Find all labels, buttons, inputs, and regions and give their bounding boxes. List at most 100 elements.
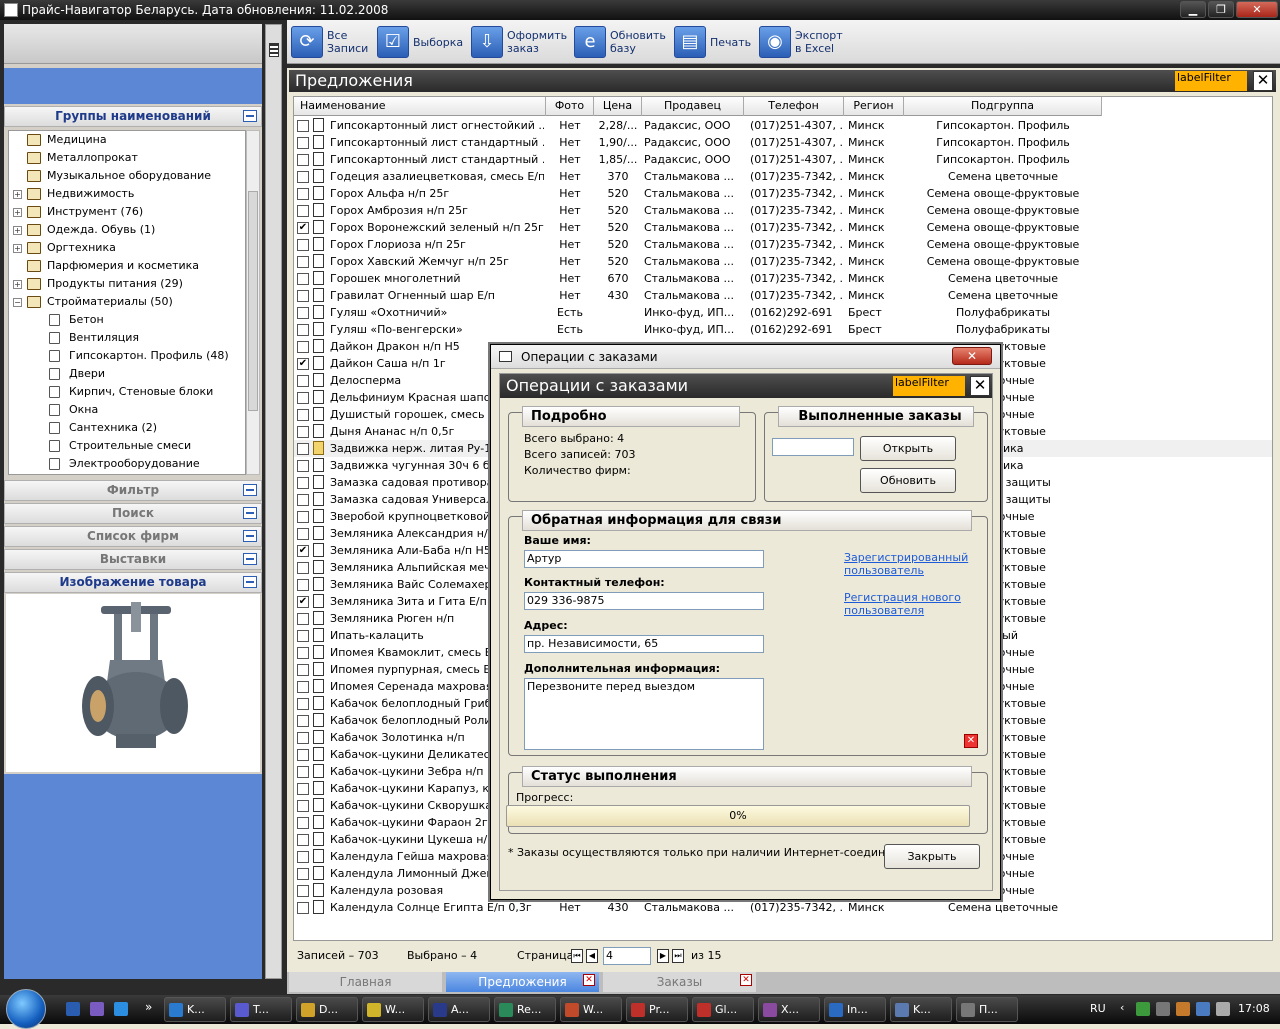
selection-button[interactable]: ☑ Выборка: [377, 24, 463, 60]
registered-user-link[interactable]: Зарегистрированный пользователь: [844, 551, 968, 577]
taskbar-item[interactable]: Gl...: [692, 997, 754, 1022]
tree-item[interactable]: + Недвижимость: [9, 185, 245, 203]
row-checkbox[interactable]: [297, 885, 309, 897]
clear-icon[interactable]: ✕: [964, 734, 978, 748]
row-checkbox[interactable]: [297, 494, 309, 506]
expand-icon[interactable]: [243, 553, 257, 565]
phone-field[interactable]: 029 336-9875: [524, 592, 764, 610]
col-name[interactable]: Наименование: [294, 97, 546, 116]
tree-item[interactable]: Парфюмерия и косметика: [9, 257, 245, 275]
tray-app-icon[interactable]: [1176, 1002, 1190, 1016]
table-row[interactable]: Гипсокартонный лист огнестойкий ... Нет 2,…: [294, 117, 1272, 134]
table-row[interactable]: Гравилат Огненный шар Е/п Нет 430 Стальмако…: [294, 287, 1272, 304]
minimize-button[interactable]: ▁: [1180, 1, 1206, 18]
tree-item[interactable]: + Одежда. Обувь (1): [9, 221, 245, 239]
tree-item[interactable]: + Оргтехника: [9, 239, 245, 257]
row-checkbox[interactable]: [297, 681, 309, 693]
filter-section-header[interactable]: Фильтр: [4, 480, 262, 501]
volume-icon[interactable]: [1216, 1002, 1230, 1016]
row-checkbox[interactable]: [297, 902, 309, 914]
row-checkbox[interactable]: ✔: [297, 545, 309, 557]
row-checkbox[interactable]: [297, 511, 309, 523]
row-checkbox[interactable]: [297, 800, 309, 812]
dialog-header-close-button[interactable]: ✕: [970, 376, 990, 396]
row-checkbox[interactable]: [297, 562, 309, 574]
refresh-button[interactable]: Обновить: [860, 468, 956, 493]
table-row[interactable]: Горох Альфа н/п 25г Нет 520 Стальмакова ...…: [294, 185, 1272, 202]
expand-icon[interactable]: +: [13, 190, 22, 199]
tab-offers[interactable]: Предложения ✕: [446, 972, 599, 992]
row-checkbox[interactable]: [297, 120, 309, 132]
tree-item[interactable]: Строительные смеси: [9, 437, 245, 455]
col-subgroup[interactable]: Подгруппа: [904, 97, 1102, 116]
row-checkbox[interactable]: [297, 528, 309, 540]
row-checkbox[interactable]: [297, 817, 309, 829]
table-row[interactable]: Гуляш «Охотничий» Есть Инко-фуд, ИП... (016…: [294, 304, 1272, 321]
col-price[interactable]: Цена: [594, 97, 642, 116]
tree-item[interactable]: Сантехника (2): [9, 419, 245, 437]
expand-icon[interactable]: [243, 484, 257, 496]
place-order-button[interactable]: ⇩ Оформить заказ: [471, 24, 567, 60]
expand-icon[interactable]: +: [13, 226, 22, 235]
tray-arrow-icon[interactable]: ‹: [1120, 1001, 1124, 1014]
taskbar-item[interactable]: П...: [956, 997, 1018, 1022]
all-records-button[interactable]: ⟳ Все Записи: [291, 24, 368, 60]
taskbar-item[interactable]: W...: [362, 997, 424, 1022]
tray-app-icon[interactable]: [1136, 1002, 1150, 1016]
extra-info-field[interactable]: Перезвоните перед выездом: [524, 678, 764, 750]
table-row[interactable]: Горошек многолетний Нет 670 Стальмакова ...…: [294, 270, 1272, 287]
tree-item[interactable]: Гипсокартон. Профиль (48): [9, 347, 245, 365]
show-desktop-icon[interactable]: [66, 1002, 80, 1016]
last-page-button[interactable]: ⏭: [672, 949, 684, 963]
row-checkbox[interactable]: [297, 732, 309, 744]
switch-windows-icon[interactable]: [90, 1002, 104, 1016]
table-row[interactable]: Горох Хавский Жемчуг н/п 25г Нет 520 Стальм…: [294, 253, 1272, 270]
col-photo[interactable]: Фото: [546, 97, 594, 116]
row-checkbox[interactable]: [297, 409, 309, 421]
next-page-button[interactable]: ▶: [657, 949, 669, 963]
tree-item[interactable]: Вентиляция: [9, 329, 245, 347]
dialog-close-button[interactable]: ✕: [952, 347, 992, 365]
collapse-icon[interactable]: −: [13, 298, 22, 307]
maximize-button[interactable]: ❐: [1208, 1, 1234, 18]
close-window-button[interactable]: ✕: [1236, 1, 1278, 18]
row-checkbox[interactable]: [297, 375, 309, 387]
tree-item[interactable]: + Продукты питания (29): [9, 275, 245, 293]
tree-scroll-thumb[interactable]: [248, 191, 258, 411]
col-region[interactable]: Регион: [844, 97, 904, 116]
tray-app-icon[interactable]: [1156, 1002, 1170, 1016]
tree-item[interactable]: Музыкальное оборудование: [9, 167, 245, 185]
row-checkbox[interactable]: [297, 392, 309, 404]
table-row[interactable]: Гипсокартонный лист стандартный ... Нет 1,…: [294, 151, 1272, 168]
expand-icon[interactable]: [243, 530, 257, 542]
row-checkbox[interactable]: ✔: [297, 596, 309, 608]
taskbar-item[interactable]: Pr...: [626, 997, 688, 1022]
row-checkbox[interactable]: [297, 749, 309, 761]
row-checkbox[interactable]: [297, 154, 309, 166]
expand-icon[interactable]: [243, 507, 257, 519]
col-seller[interactable]: Продавец: [642, 97, 744, 116]
table-row[interactable]: Горох Глориоза н/п 25г Нет 520 Стальмакова …: [294, 236, 1272, 253]
network-icon[interactable]: [1196, 1002, 1210, 1016]
tree-item[interactable]: Медицина: [9, 131, 245, 149]
row-checkbox[interactable]: [297, 579, 309, 591]
taskbar-item[interactable]: In...: [824, 997, 886, 1022]
row-checkbox[interactable]: [297, 273, 309, 285]
taskbar-item[interactable]: A...: [428, 997, 490, 1022]
print-button[interactable]: ▤ Печать: [674, 24, 751, 60]
language-indicator[interactable]: RU: [1090, 1002, 1106, 1015]
taskbar-item[interactable]: K...: [890, 997, 952, 1022]
row-checkbox[interactable]: [297, 307, 309, 319]
tree-item[interactable]: + Инструмент (76): [9, 203, 245, 221]
table-row[interactable]: ✔ Горох Воронежский зеленый н/п 25г Нет 520…: [294, 219, 1272, 236]
taskbar-item[interactable]: X...: [758, 997, 820, 1022]
row-checkbox[interactable]: [297, 834, 309, 846]
close-tab-icon[interactable]: ✕: [740, 974, 752, 986]
page-input[interactable]: 4: [603, 947, 651, 965]
browser-icon[interactable]: [114, 1002, 128, 1016]
table-row[interactable]: Горох Амброзия н/п 25г Нет 520 Стальмакова …: [294, 202, 1272, 219]
taskbar-item[interactable]: Re...: [494, 997, 556, 1022]
row-checkbox[interactable]: [297, 477, 309, 489]
close-panel-button[interactable]: ✕: [1253, 71, 1273, 91]
row-checkbox[interactable]: [297, 188, 309, 200]
